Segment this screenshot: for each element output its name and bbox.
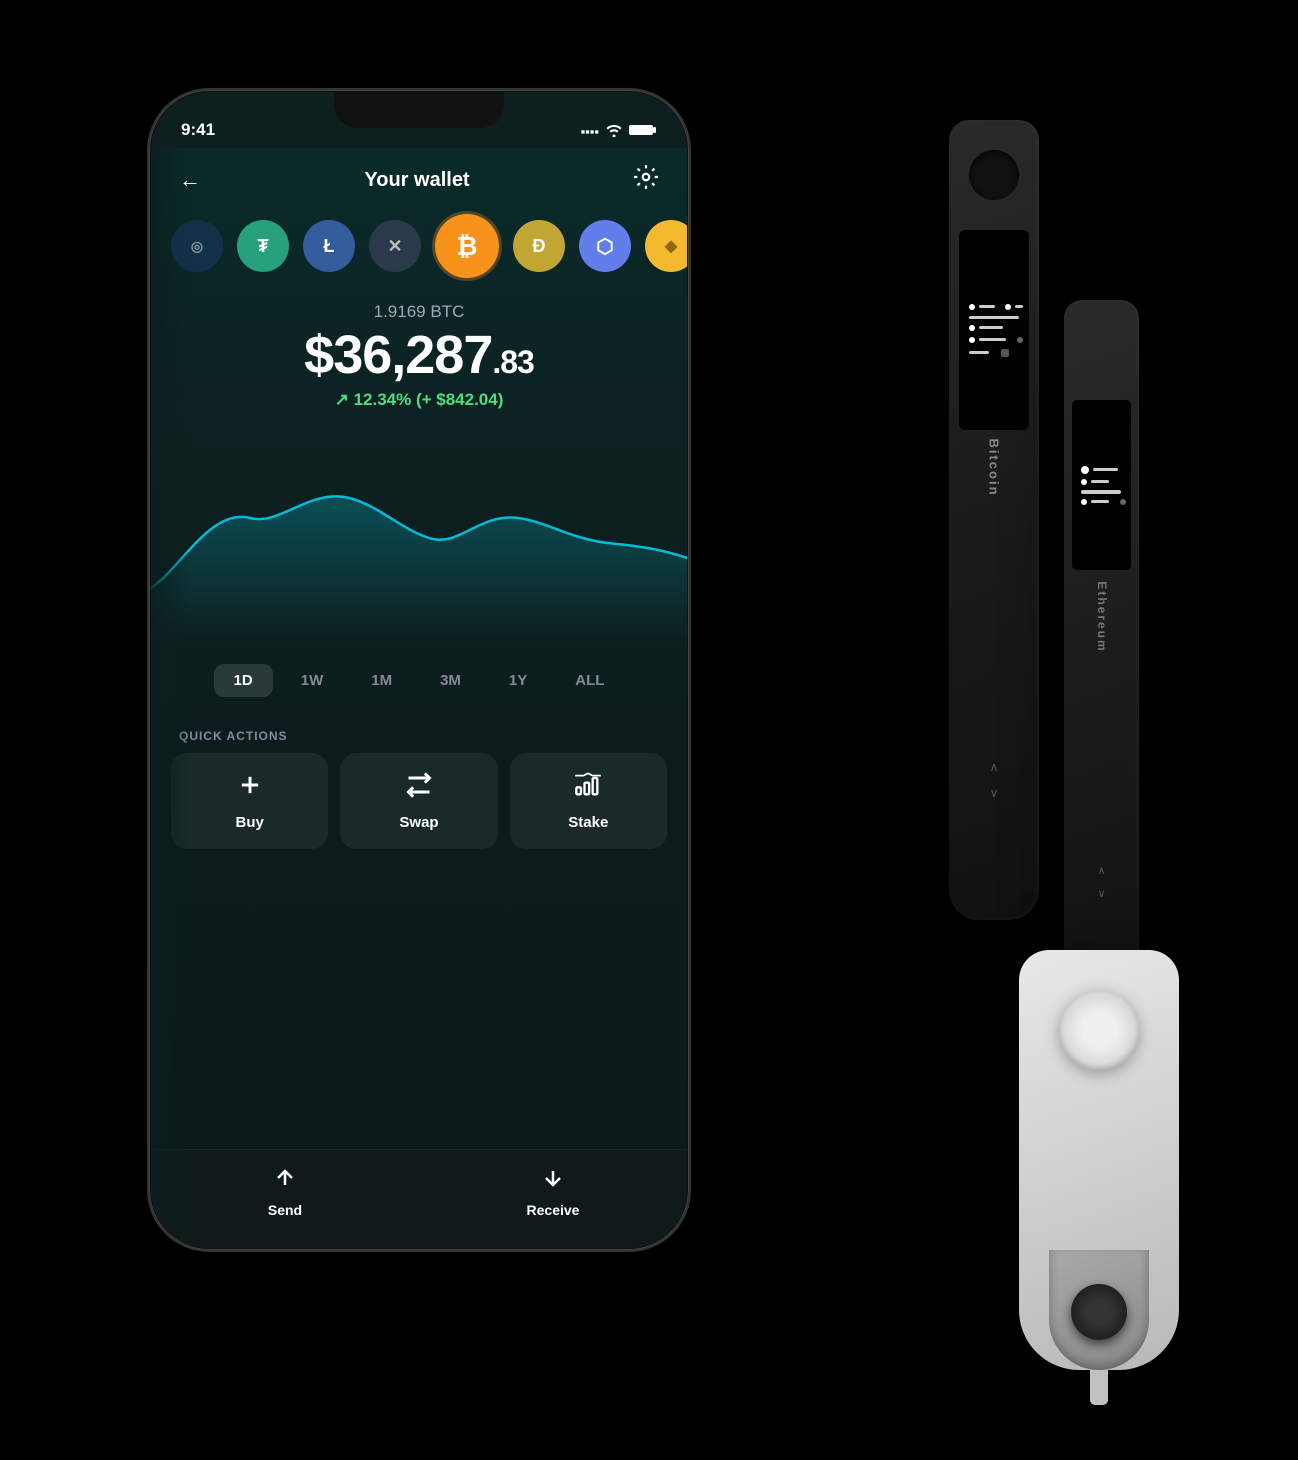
scene: 9:41 ▪▪▪▪ [99, 40, 1199, 1420]
phone-inner: 9:41 ▪▪▪▪ [151, 92, 687, 1248]
hw-screen-line-5 [965, 349, 1023, 357]
time-filter-1y[interactable]: 1Y [489, 664, 547, 697]
battery-icon [629, 123, 657, 140]
hw-screen-line-2 [965, 316, 1023, 319]
buy-label: Buy [235, 814, 263, 831]
coin-bnb[interactable]: ◆ [645, 220, 687, 272]
receive-button[interactable]: Receive [419, 1166, 687, 1218]
stake-icon [574, 771, 602, 806]
time-filter-3m[interactable]: 3M [420, 664, 481, 697]
send-label: Send [268, 1202, 302, 1218]
signal-icon: ▪▪▪▪ [581, 124, 599, 139]
send-button[interactable]: Send [151, 1166, 419, 1218]
time-filter-1w[interactable]: 1W [281, 664, 344, 697]
hw-slim-line-2 [1077, 479, 1126, 485]
buy-button[interactable]: Buy [171, 753, 328, 849]
coin-ltc[interactable]: Ł [303, 220, 355, 272]
coin-doge[interactable]: Ð [513, 220, 565, 272]
settings-button[interactable] [633, 164, 659, 196]
usd-amount: $36,287.83 [171, 328, 667, 382]
send-icon [273, 1166, 297, 1196]
screen-content: ← Your wallet ◎ ₮ Ł ✕ ₿ [151, 148, 687, 1248]
usd-cents: .83 [492, 344, 533, 380]
hw-ledger-nano-s [1019, 950, 1179, 1370]
buy-icon [236, 771, 264, 806]
chart-container [151, 428, 687, 648]
hw-slim-line-3 [1077, 490, 1126, 494]
swap-button[interactable]: Swap [340, 753, 497, 849]
swap-icon [405, 771, 433, 806]
phone: 9:41 ▪▪▪▪ [149, 90, 689, 1250]
btc-amount: 1.9169 BTC [171, 302, 667, 322]
status-icons: ▪▪▪▪ [581, 123, 657, 140]
hw-ethereum-label: Ethereum [1095, 581, 1109, 652]
hw-ledger-bitcoin: Bitcoin ∧ ∨ [949, 120, 1039, 920]
hw-ledger-ethereum: Ethereum ∧ ∨ [1064, 300, 1139, 1000]
hw-bitcoin-label: Bitcoin [987, 438, 1002, 496]
hw-nano-button [1071, 1284, 1127, 1340]
percent-change: ↗ 12.34% (+ $842.04) [171, 390, 667, 410]
hw-ethereum-screen [1072, 400, 1131, 570]
stake-label: Stake [568, 814, 608, 831]
notch [334, 92, 504, 128]
coin-eth[interactable]: ⬡ [579, 220, 631, 272]
time-filter-1m[interactable]: 1M [351, 664, 412, 697]
coin-btc[interactable]: ₿ [435, 214, 499, 278]
coin-xrp[interactable]: ✕ [369, 220, 421, 272]
hw-nano-usb [1090, 1370, 1108, 1405]
quick-actions-label: QUICK ACTIONS [151, 713, 687, 753]
stake-button[interactable]: Stake [510, 753, 667, 849]
hw-screen-line-4 [965, 337, 1023, 343]
balance-section: 1.9169 BTC $36,287.83 ↗ 12.34% (+ $842.0… [151, 286, 687, 418]
coin-row: ◎ ₮ Ł ✕ ₿ Ð ⬡ ◆ A [151, 212, 687, 286]
swap-label: Swap [399, 814, 438, 831]
hw-bitcoin-screen [959, 230, 1029, 430]
coin-partial[interactable]: ◎ [171, 220, 223, 272]
hw-slim-line-4 [1077, 499, 1126, 505]
time-filter-all[interactable]: ALL [555, 664, 624, 697]
coin-usdt[interactable]: ₮ [237, 220, 289, 272]
hw-screen-line-1 [965, 304, 1023, 310]
usd-whole: $36,287 [304, 325, 492, 385]
time-filter-1d[interactable]: 1D [214, 664, 273, 697]
bottom-bar: Send Receive [151, 1149, 687, 1248]
page-title: Your wallet [364, 169, 469, 192]
action-buttons: Buy Swap [151, 753, 687, 849]
price-chart [151, 428, 687, 648]
hw-nano-bottom [1049, 1250, 1149, 1370]
screen-header: ← Your wallet [151, 148, 687, 212]
wifi-icon [605, 123, 623, 140]
hw-screen-line-3 [965, 325, 1023, 331]
receive-label: Receive [527, 1202, 580, 1218]
time-filters: 1D 1W 1M 3M 1Y ALL [151, 648, 687, 713]
back-button[interactable]: ← [179, 167, 201, 193]
receive-icon [541, 1166, 565, 1196]
hw-slim-line-1 [1077, 466, 1126, 474]
status-time: 9:41 [181, 120, 215, 140]
